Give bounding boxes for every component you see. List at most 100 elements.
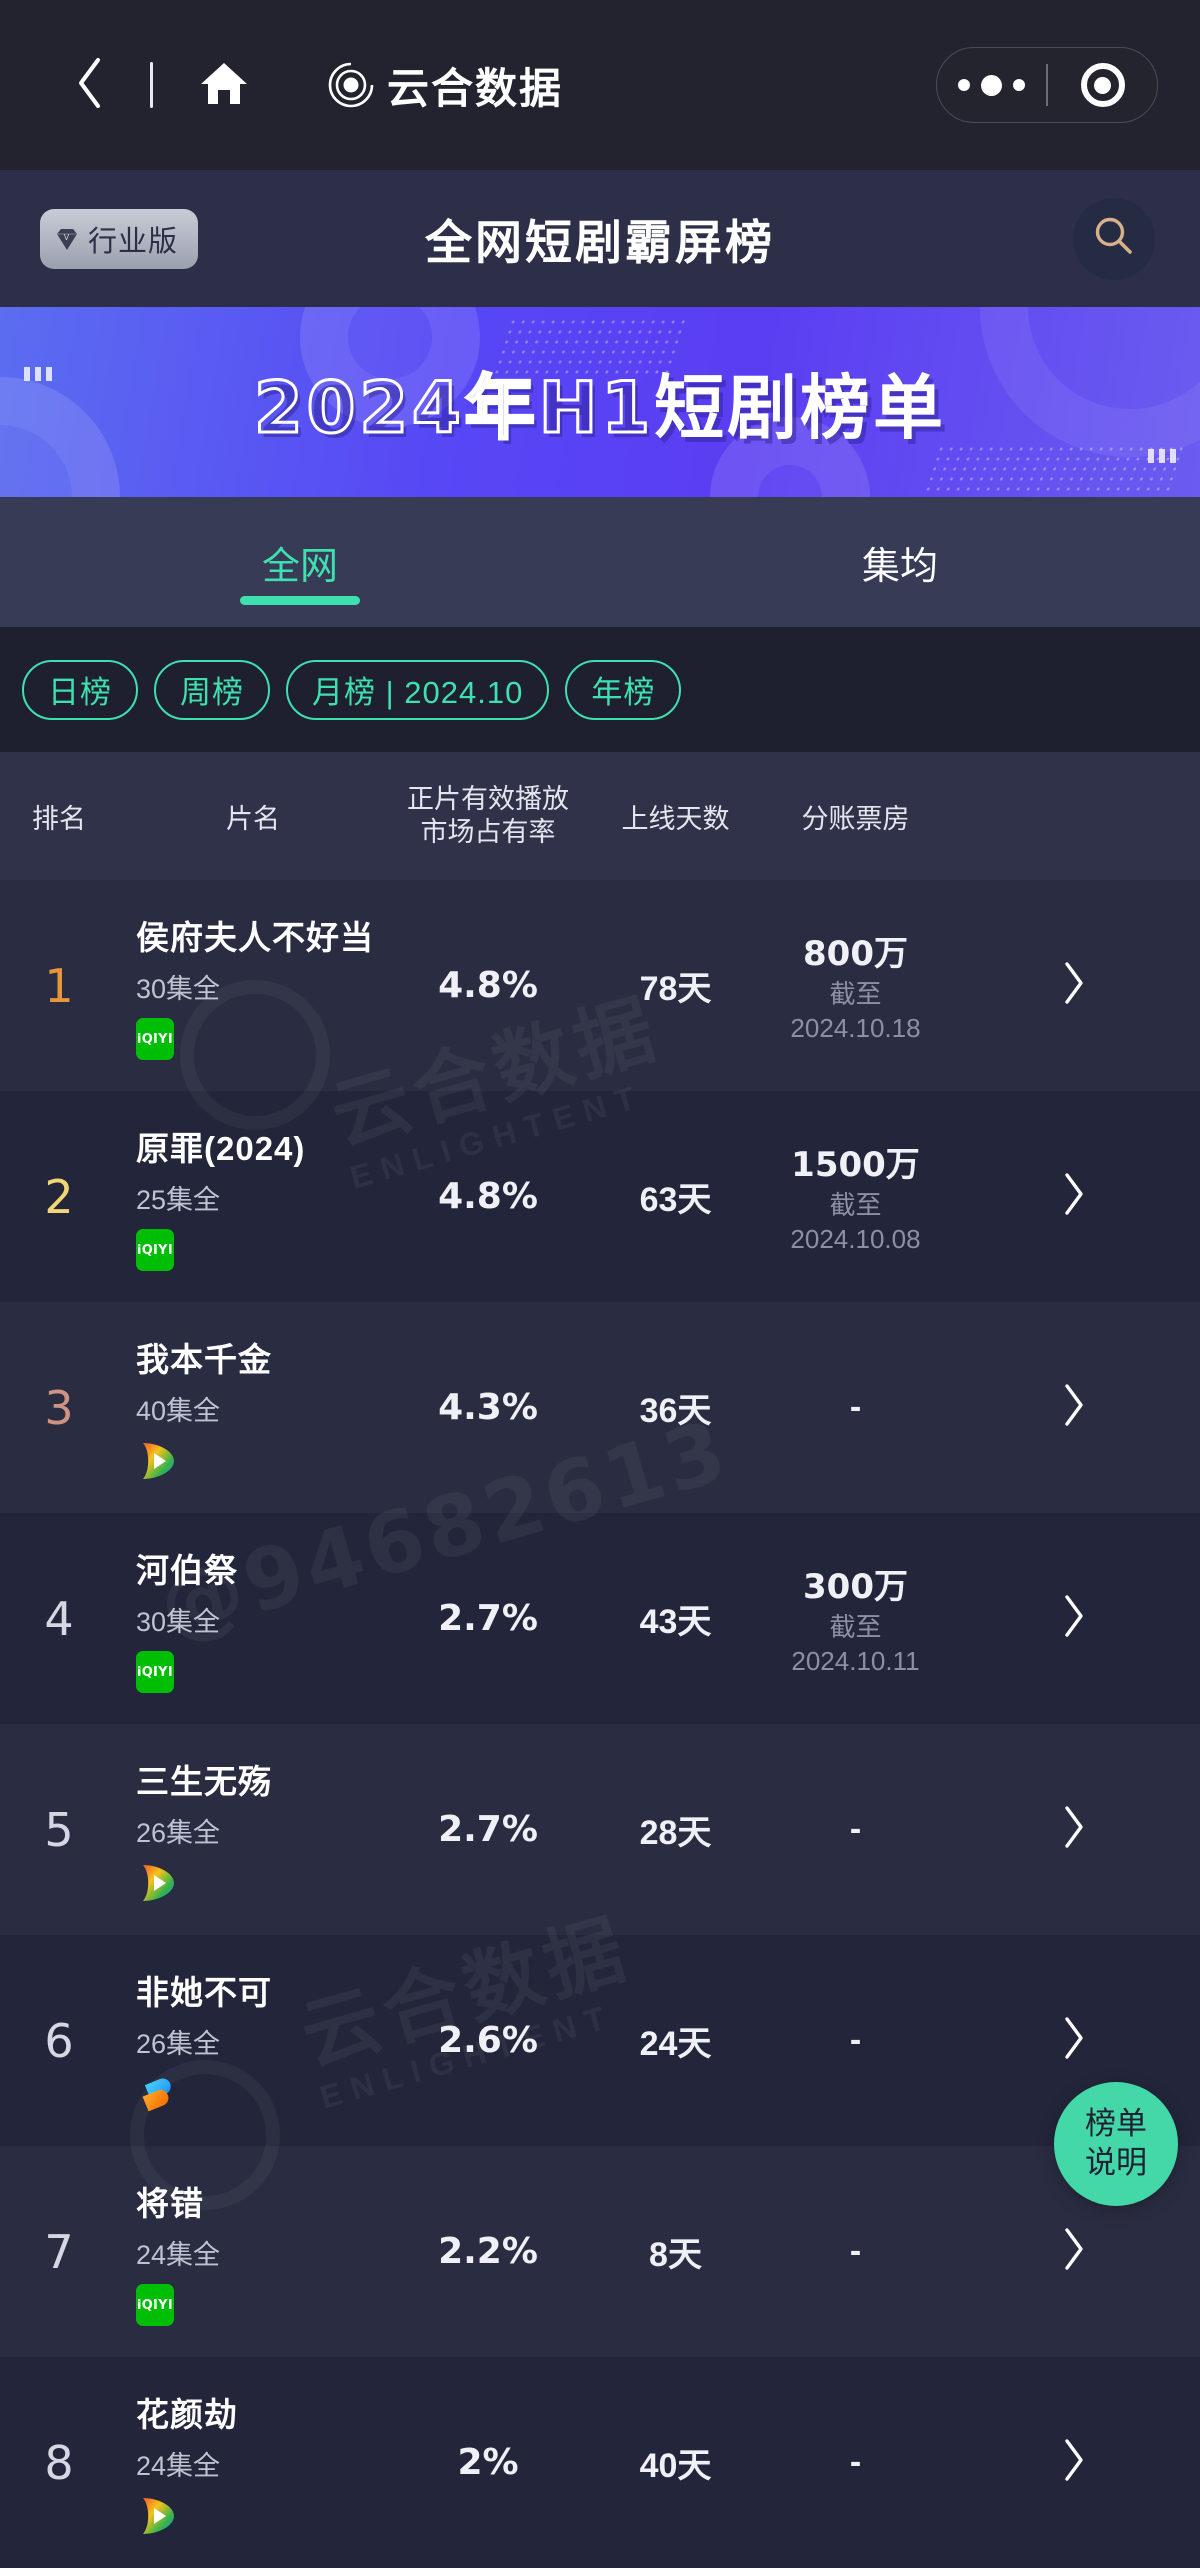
table-row[interactable]: 1 侯府夫人不好当 30集全 iQIYI 4.8% 78天 800万 截至 2024.10.18 [0,880,1200,1091]
chevron-right-icon [1061,1804,1087,1855]
iqiyi-icon: iQIYI [136,1651,174,1693]
table-row[interactable]: 4 河伯祭 30集全 iQIYI 2.7% 43天 300万 截至 2024.10.11 [0,1513,1200,1724]
table-row[interactable]: 2 原罪(2024) 25集全 iQIYI 4.8% 63天 1500万 截至 2024.10.… [0,1091,1200,1302]
row-rank: 7 [44,2224,74,2279]
fab-label-line2: 说明 [1085,2145,1147,2180]
row-box-office-asof: 截至 2024.10.08 [790,1189,921,1254]
row-title-cell: 三生无殇 26集全 [118,1755,388,1904]
chip-daily[interactable]: 日榜 [22,659,138,720]
row-market-share: 2.7% [438,1598,538,1639]
chevron-left-icon [73,56,107,115]
ranking-explanation-button[interactable]: 榜单 说明 [1054,2082,1178,2206]
mini-program-navbar: 云合数据 [0,0,1200,170]
row-platform: iQIYI [136,2284,388,2326]
chevron-right-icon [1061,960,1087,1011]
fab-label-line1: 榜单 [1085,2106,1147,2142]
row-detail-link[interactable] [948,1171,1200,1222]
promo-banner: 2024年H1 短剧榜单 [0,307,1200,497]
back-button[interactable] [72,57,108,113]
brand: 云合数据 [327,55,563,116]
row-online-days: 24天 [639,2025,712,2063]
row-rank: 4 [44,1591,74,1646]
industry-version-badge[interactable]: V 行业版 [40,208,199,269]
row-rank: 5 [44,1802,74,1857]
tab-jijun[interactable]: 集均 [600,497,1200,627]
row-platform [136,2495,388,2537]
home-icon [199,58,249,113]
table-row[interactable]: 5 三生无殇 26集全 2.7% 28天 - [0,1724,1200,1935]
row-detail-link[interactable] [948,2226,1200,2277]
iqiyi-icon: iQIYI [136,1018,174,1060]
banner-decoration-circle-left [0,377,120,497]
row-market-share: 2.2% [438,2231,538,2272]
row-title-cell: 花颜劫 24集全 [118,2388,388,2537]
chip-yearly[interactable]: 年榜 [565,659,682,720]
tab-quanwang[interactable]: 全网 [0,497,600,627]
row-rank: 8 [44,2435,74,2490]
search-icon [1091,213,1137,264]
more-button[interactable] [937,74,1046,96]
row-title-cell: 河伯祭 30集全 iQIYI [118,1544,388,1693]
row-title: 侯府夫人不好当 [136,919,374,956]
row-box-office: 800万 [803,933,908,974]
chevron-right-icon [1061,1382,1087,1433]
page-header: V 行业版 全网短剧霸屏榜 [0,170,1200,307]
table-row[interactable]: 7 将错 24集全 iQIYI 2.2% 8天 - [0,2146,1200,2357]
row-detail-link[interactable] [948,1804,1200,1855]
iqiyi-icon: iQIYI [136,2284,174,2326]
ranking-table-header: 排名 片名 正片有效播放 市场占有率 上线天数 分账票房 [0,752,1200,880]
row-detail-link[interactable] [948,1382,1200,1433]
capsule-menu [936,47,1158,123]
row-episodes: 25集全 [136,1185,221,1215]
row-box-office-asof: 截至 2024.10.18 [790,978,921,1043]
row-detail-link[interactable] [948,2437,1200,2488]
row-box-cell: - [763,2232,948,2271]
row-title: 河伯祭 [136,1552,238,1589]
row-episodes: 40集全 [136,1396,221,1426]
search-button[interactable] [1073,197,1155,280]
mango-tv-icon [136,2494,180,2538]
row-box-cell: 800万 截至 2024.10.18 [763,926,948,1046]
enlightent-logo-icon [327,61,375,109]
banner-title: 2024年H1 短剧榜单 [252,352,946,453]
row-online-days: 63天 [639,1181,712,1219]
row-title: 非她不可 [136,1974,272,2011]
chevron-right-icon [1061,1171,1087,1222]
row-market-share: 2.6% [438,2020,538,2061]
row-box-office: 300万 [803,1566,908,1607]
navbar-divider [150,62,153,108]
table-row[interactable]: 3 我本千金 40集全 4.3% 36天 - [0,1302,1200,1513]
ranking-table-body: 1 侯府夫人不好当 30集全 iQIYI 4.8% 78天 800万 截至 2024.10.18… [0,880,1200,2568]
row-detail-link[interactable] [948,1593,1200,1644]
tab-quanwang-label: 全网 [261,545,338,588]
row-detail-link[interactable] [948,2015,1200,2066]
row-market-share: 2.7% [438,1809,538,1850]
home-button[interactable] [199,58,249,113]
row-market-share: 4.8% [438,965,538,1006]
row-platform: iQIYI [136,1229,388,1271]
chip-daily-label: 日榜 [48,675,112,710]
chevron-right-icon [1061,2015,1087,2066]
table-row[interactable]: 8 花颜劫 24集全 2% 40天 - [0,2357,1200,2568]
row-episodes: 30集全 [136,1607,221,1637]
chip-weekly[interactable]: 周榜 [154,659,270,720]
diamond-icon: V [54,226,80,252]
row-episodes: 26集全 [136,2029,221,2059]
row-title-cell: 非她不可 26集全 [118,1966,388,2115]
row-detail-link[interactable] [948,960,1200,1011]
banner-decoration-ring [980,307,1200,457]
iqiyi-icon: iQIYI [136,1229,174,1271]
row-market-share: 4.8% [438,1176,538,1217]
row-box-cell: - [763,2443,948,2482]
row-box-office-asof: 截至 2024.10.11 [791,1611,920,1676]
row-episodes: 24集全 [136,2240,221,2270]
period-filter-chips: 日榜 周榜 月榜 | 2024.10 年榜 [0,627,1200,752]
tab-jijun-label: 集均 [861,545,938,588]
row-rank: 6 [44,2013,74,2068]
table-row[interactable]: 6 非她不可 26集全 2.6% 24天 - [0,1935,1200,2146]
chip-monthly[interactable]: 月榜 | 2024.10 [286,659,550,720]
row-online-days: 40天 [639,2447,712,2485]
row-episodes: 26集全 [136,1818,221,1848]
close-program-button[interactable] [1048,63,1157,107]
header-share: 正片有效播放 市场占有率 [388,783,588,849]
